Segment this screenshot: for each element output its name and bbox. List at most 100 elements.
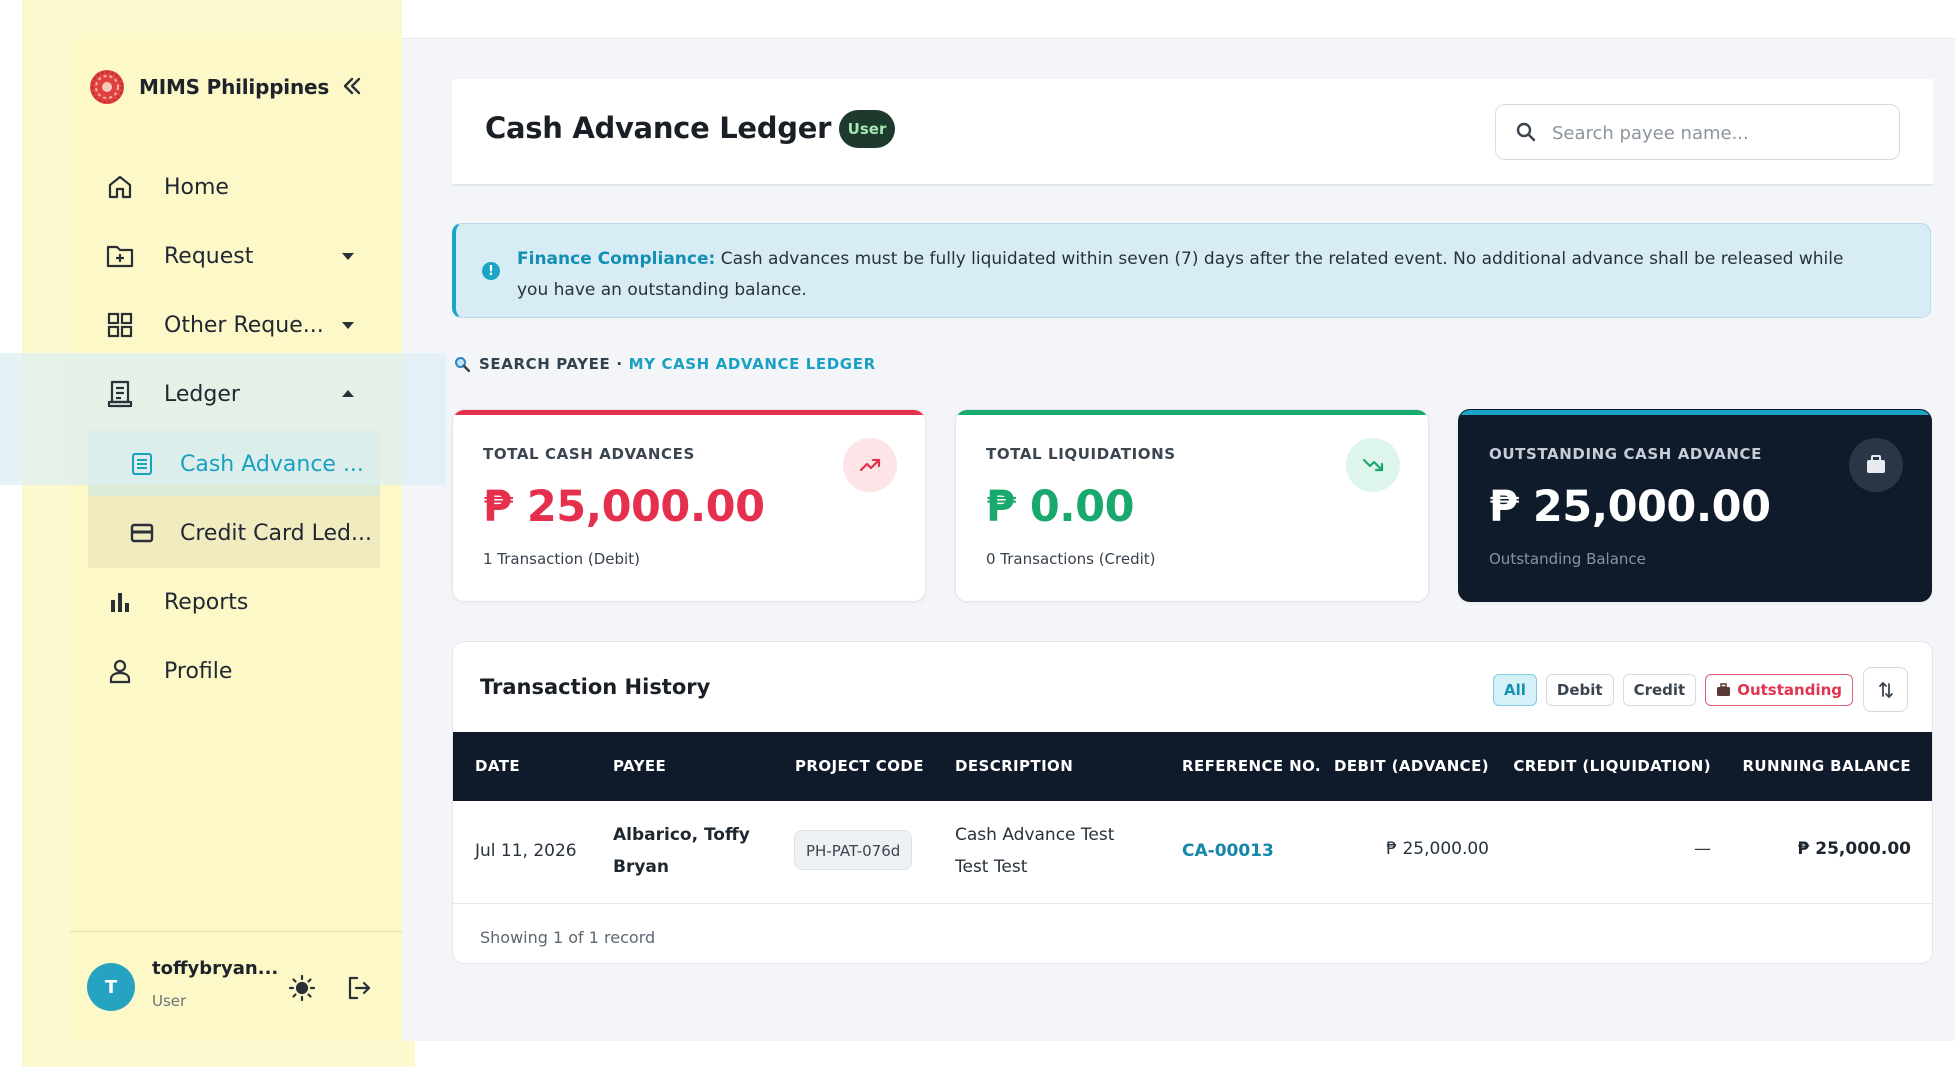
stat-value: ₱ 0.00 (986, 482, 1134, 532)
stat-title: TOTAL LIQUIDATIONS (986, 445, 1176, 463)
brand-logo-icon (90, 70, 124, 104)
caret-down-icon (342, 322, 354, 329)
magnifier-icon (455, 357, 470, 372)
filter-all-button[interactable]: All (1492, 673, 1537, 706)
theme-toggle-button[interactable] (287, 973, 317, 1003)
stat-subtitle: Outstanding Balance (1489, 550, 1646, 568)
column-header-date[interactable]: DATE (475, 732, 520, 801)
stat-value: ₱ 25,000.00 (483, 482, 765, 532)
folder-plus-icon (106, 242, 134, 270)
caret-down-icon (342, 253, 354, 260)
alert-label: Finance Compliance: (517, 249, 716, 269)
avatar[interactable]: T (87, 963, 135, 1011)
home-icon (106, 173, 134, 201)
sidebar-item-label: Home (164, 174, 229, 200)
sun-icon (289, 975, 315, 1001)
reference-link[interactable]: CA-00013 (1182, 835, 1274, 867)
page-title: Cash Advance Ledger (485, 111, 832, 145)
breadcrumb-my-ledger[interactable]: MY CASH ADVANCE LEDGER (629, 355, 876, 373)
filter-group: All Debit Credit Outstanding (1484, 667, 1908, 712)
grid-icon (106, 311, 134, 339)
sidebar-item-label: Other Reque... (164, 312, 324, 338)
stat-subtitle: 0 Transactions (Credit) (986, 550, 1156, 568)
sidebar-item-reports[interactable]: Reports (106, 576, 382, 628)
sidebar-divider (70, 931, 402, 932)
breadcrumb-search-payee[interactable]: SEARCH PAYEE (479, 355, 610, 373)
trending-down-icon (1346, 438, 1400, 492)
stat-title: TOTAL CASH ADVANCES (483, 445, 695, 463)
search-box[interactable] (1495, 104, 1900, 160)
cell-date: Jul 11, 2026 (475, 841, 577, 861)
role-badge: User (839, 110, 895, 148)
briefcase-icon (1717, 682, 1731, 696)
sort-button[interactable] (1863, 667, 1908, 712)
page-header: Cash Advance Ledger User (452, 79, 1933, 186)
sidebar-item-ledger[interactable]: Ledger (106, 368, 382, 420)
card-accent-bar (956, 410, 1428, 415)
stat-card-total-liquidations: TOTAL LIQUIDATIONS ₱ 0.00 0 Transactions… (955, 409, 1429, 602)
column-header-running-balance[interactable]: RUNNING BALANCE (1742, 732, 1911, 801)
stat-card-total-cash-advances: TOTAL CASH ADVANCES ₱ 25,000.00 1 Transa… (452, 409, 926, 602)
card-accent-bar (1459, 410, 1931, 415)
sidebar-subitem-credit-card-ledger[interactable]: Credit Card Led... (128, 505, 378, 561)
stat-subtitle: 1 Transaction (Debit) (483, 550, 640, 568)
filter-debit-button[interactable]: Debit (1545, 673, 1614, 706)
cell-payee: Albarico, Toffy Bryan (613, 825, 750, 877)
column-header-payee[interactable]: PAYEE (613, 732, 666, 801)
list-icon (128, 450, 156, 478)
search-input[interactable] (1550, 115, 1884, 151)
chevrons-left-icon (343, 77, 361, 95)
sidebar-item-request[interactable]: Request (106, 230, 382, 282)
caret-up-icon (342, 390, 354, 397)
sidebar-item-label: Request (164, 243, 254, 269)
table-header: DATE PAYEE PROJECT CODE DESCRIPTION REFE… (453, 732, 1932, 801)
cell-description: Cash Advance Test Test Test (955, 825, 1115, 877)
brand-name: MIMS Philippines (139, 75, 330, 99)
sidebar-item-label: Profile (164, 658, 233, 684)
column-header-debit[interactable]: DEBIT (ADVANCE) (1334, 732, 1489, 801)
table-row[interactable]: Jul 11, 2026 Albarico, Toffy Bryan PH-PA… (453, 801, 1932, 904)
stat-value: ₱ 25,000.00 (1489, 482, 1771, 532)
cell-running-balance: ₱ 25,000.00 (1797, 839, 1911, 859)
sidebar-item-profile[interactable]: Profile (106, 645, 382, 697)
column-header-credit[interactable]: CREDIT (LIQUIDATION) (1513, 732, 1711, 801)
user-role: User (152, 992, 187, 1010)
column-header-reference-no[interactable]: REFERENCE NO. (1182, 732, 1321, 801)
column-header-project-code[interactable]: PROJECT CODE (795, 732, 924, 801)
collapse-sidebar-button[interactable] (336, 70, 368, 102)
table-footer: Showing 1 of 1 record (480, 928, 656, 947)
search-icon (1516, 122, 1536, 142)
logout-icon (348, 976, 371, 1000)
filter-outstanding-button[interactable]: Outstanding (1705, 673, 1853, 706)
cell-debit: ₱ 25,000.00 (1386, 839, 1489, 859)
column-header-description[interactable]: DESCRIPTION (955, 732, 1073, 801)
card-accent-bar (453, 410, 925, 415)
cell-credit: — (1694, 839, 1711, 859)
info-icon: ! (482, 262, 500, 280)
user-name: toffybryan... (152, 958, 279, 979)
brand[interactable]: MIMS Philippines (88, 68, 329, 106)
sort-arrows-icon (1878, 681, 1893, 698)
stat-card-outstanding-cash-advance: OUTSTANDING CASH ADVANCE ₱ 25,000.00 Out… (1458, 409, 1932, 602)
filter-credit-button[interactable]: Credit (1622, 673, 1697, 706)
stat-title: OUTSTANDING CASH ADVANCE (1489, 445, 1762, 463)
filter-outstanding-label: Outstanding (1737, 680, 1842, 699)
project-code-chip: PH-PAT-076d (794, 830, 913, 870)
receipt-icon (106, 380, 134, 408)
sidebar-subitem-cash-advance[interactable]: Cash Advance ... (128, 436, 378, 492)
bar-chart-icon (106, 588, 134, 616)
credit-card-icon (128, 519, 156, 547)
sidebar-item-label: Reports (164, 589, 249, 615)
sidebar-item-home[interactable]: Home (106, 161, 382, 213)
sidebar-item-label: Ledger (164, 381, 240, 407)
transaction-history-card: Transaction History All Debit Credit Out… (452, 641, 1933, 964)
trending-up-icon (843, 438, 897, 492)
sidebar-subitem-label: Cash Advance ... (180, 451, 364, 477)
alert-text: Finance Compliance: Cash advances must b… (517, 244, 1877, 306)
table-title: Transaction History (480, 675, 711, 699)
logout-button[interactable] (344, 973, 374, 1003)
alert-message: Cash advances must be fully liquidated w… (517, 249, 1844, 300)
sidebar-item-other-requests[interactable]: Other Reque... (106, 299, 382, 351)
sidebar-subitem-label: Credit Card Led... (180, 520, 372, 546)
section-breadcrumb: SEARCH PAYEE · MY CASH ADVANCE LEDGER (454, 355, 876, 373)
